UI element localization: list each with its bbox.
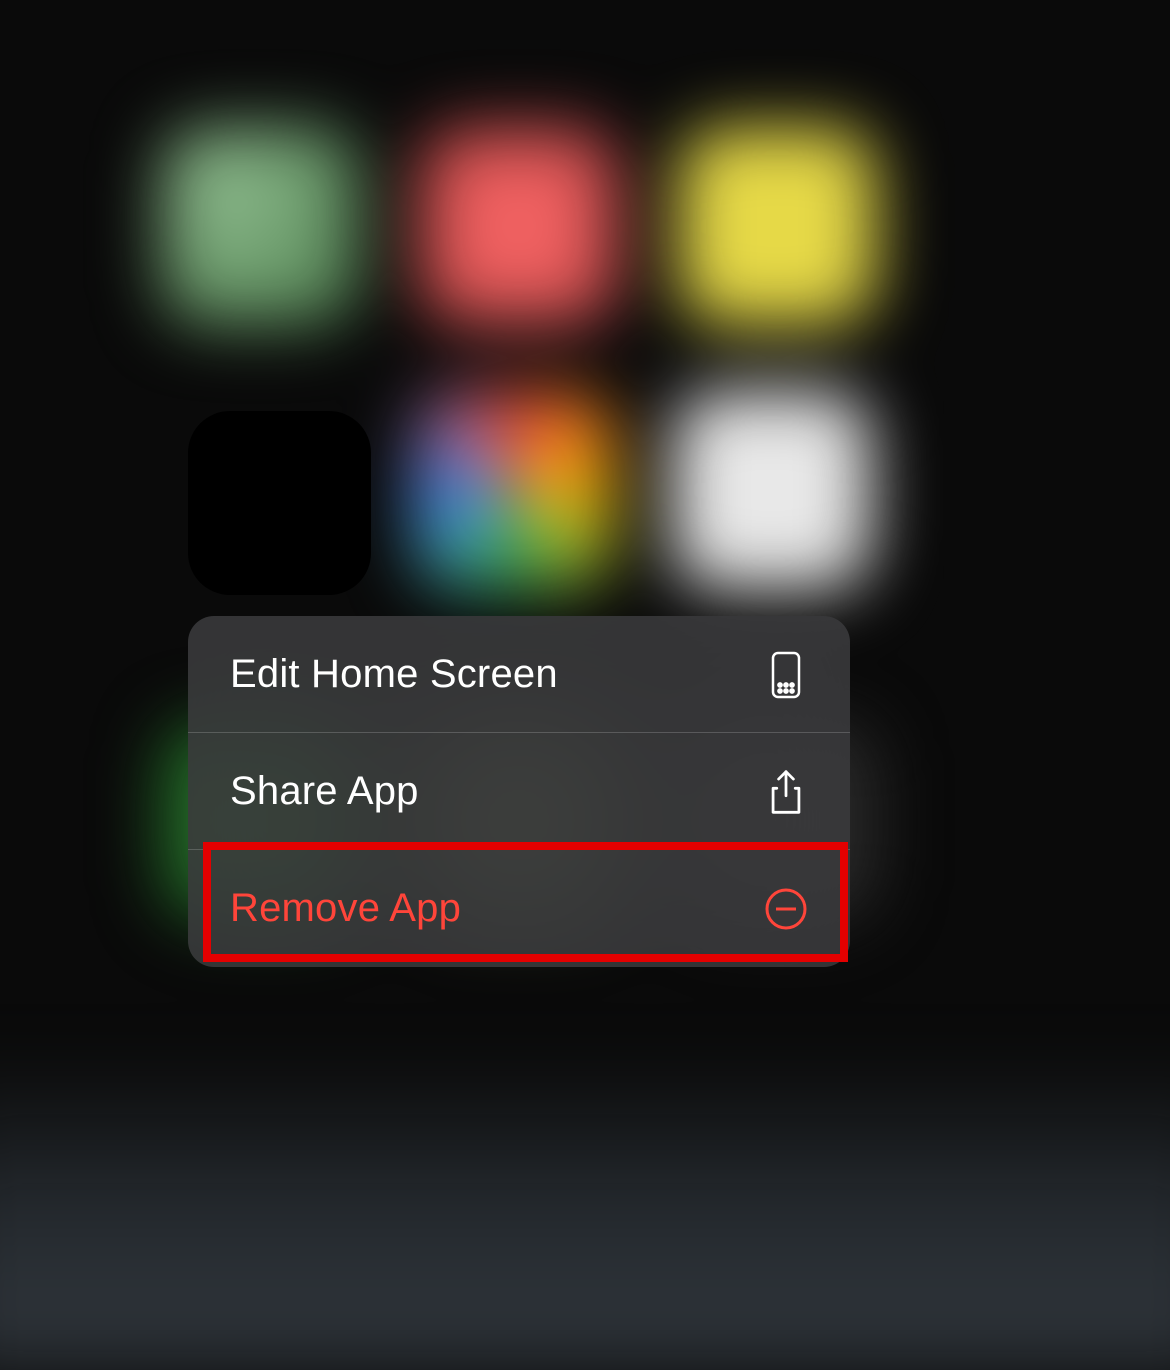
- home-screen-grid-icon: [764, 651, 808, 699]
- background-app-icon: [673, 391, 871, 589]
- share-icon: [764, 768, 808, 816]
- share-app-menu-item[interactable]: Share App: [188, 733, 850, 850]
- edit-home-screen-menu-item[interactable]: Edit Home Screen: [188, 616, 850, 733]
- app-context-menu: Edit Home Screen Share App Remove App: [188, 616, 850, 967]
- menu-item-label: Remove App: [230, 886, 461, 931]
- dock-area-blur: [0, 1051, 1170, 1370]
- background-app-icon: [415, 391, 613, 589]
- selected-app-icon[interactable]: [188, 411, 371, 595]
- background-app-icon: [162, 127, 360, 325]
- remove-circle-icon: [764, 885, 808, 933]
- menu-item-label: Share App: [230, 769, 419, 814]
- menu-item-label: Edit Home Screen: [230, 652, 558, 697]
- remove-app-menu-item[interactable]: Remove App: [188, 850, 850, 967]
- background-app-icon: [420, 127, 618, 325]
- background-app-icon: [679, 127, 877, 325]
